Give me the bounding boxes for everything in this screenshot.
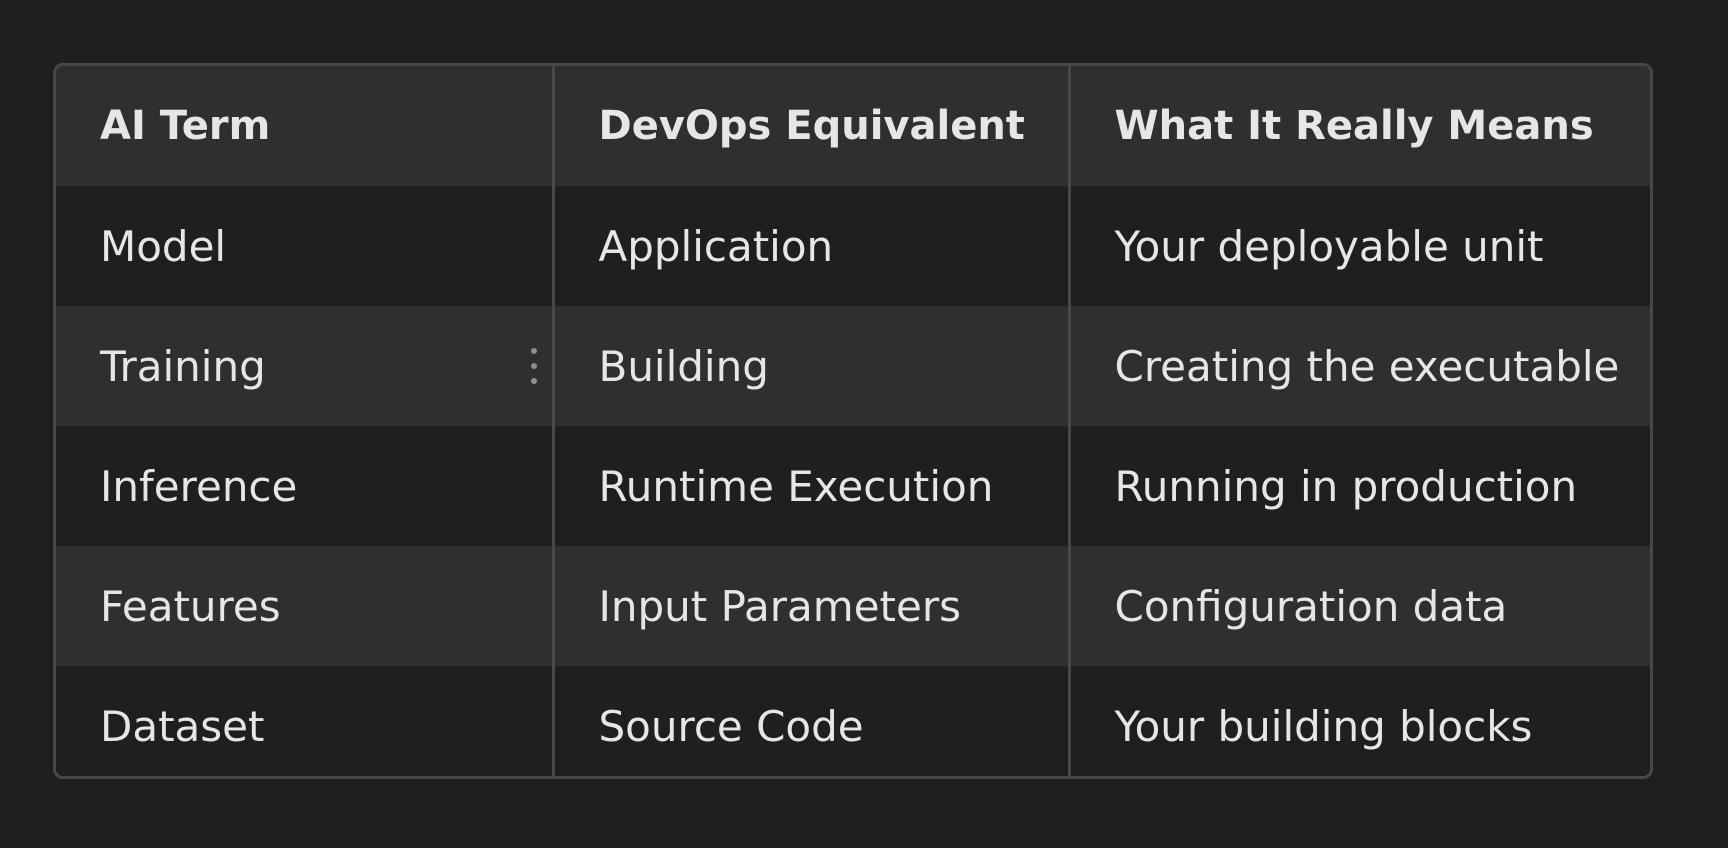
- table-cell[interactable]: Your building blocks: [1067, 666, 1650, 776]
- table-cell[interactable]: Running in production: [1067, 426, 1650, 546]
- table-row: Features Input Parameters Configuration …: [56, 546, 1650, 666]
- table-cell[interactable]: Features: [56, 546, 553, 666]
- table-cell[interactable]: Training: [56, 306, 553, 426]
- table-cell[interactable]: Building: [551, 306, 1069, 426]
- table-cell-text: Training: [100, 341, 266, 391]
- table-cell[interactable]: Dataset: [56, 666, 553, 776]
- table-cell[interactable]: Inference: [56, 426, 553, 546]
- vertical-ellipsis-icon[interactable]: [530, 348, 538, 384]
- table-cell[interactable]: Input Parameters: [551, 546, 1069, 666]
- table-cell[interactable]: Model: [56, 186, 553, 306]
- table-cell[interactable]: Configuration data: [1067, 546, 1650, 666]
- handle-dot: [530, 348, 537, 354]
- table-cell[interactable]: Your deployable unit: [1067, 186, 1650, 306]
- table-cell[interactable]: Runtime Execution: [551, 426, 1069, 546]
- table-cell[interactable]: Source Code: [551, 666, 1069, 776]
- column-header-what-it-really-means[interactable]: What It Really Means: [1067, 66, 1650, 186]
- table-cell[interactable]: Creating the executable: [1067, 306, 1650, 426]
- handle-dot: [530, 363, 537, 369]
- table-row: Dataset Source Code Your building blocks: [56, 666, 1650, 776]
- handle-dot: [530, 378, 537, 384]
- column-header-devops-equivalent[interactable]: DevOps Equivalent: [551, 66, 1069, 186]
- comparison-table: AI Term DevOps Equivalent What It Really…: [56, 66, 1650, 776]
- table-row: Training Building Creating the executabl…: [56, 306, 1650, 426]
- column-header-ai-term[interactable]: AI Term: [56, 66, 553, 186]
- comparison-table-container: AI Term DevOps Equivalent What It Really…: [53, 63, 1653, 779]
- table-row: Model Application Your deployable unit: [56, 186, 1650, 306]
- table-cell[interactable]: Application: [551, 186, 1069, 306]
- table-header-row: AI Term DevOps Equivalent What It Really…: [56, 66, 1650, 186]
- table-row: Inference Runtime Execution Running in p…: [56, 426, 1650, 546]
